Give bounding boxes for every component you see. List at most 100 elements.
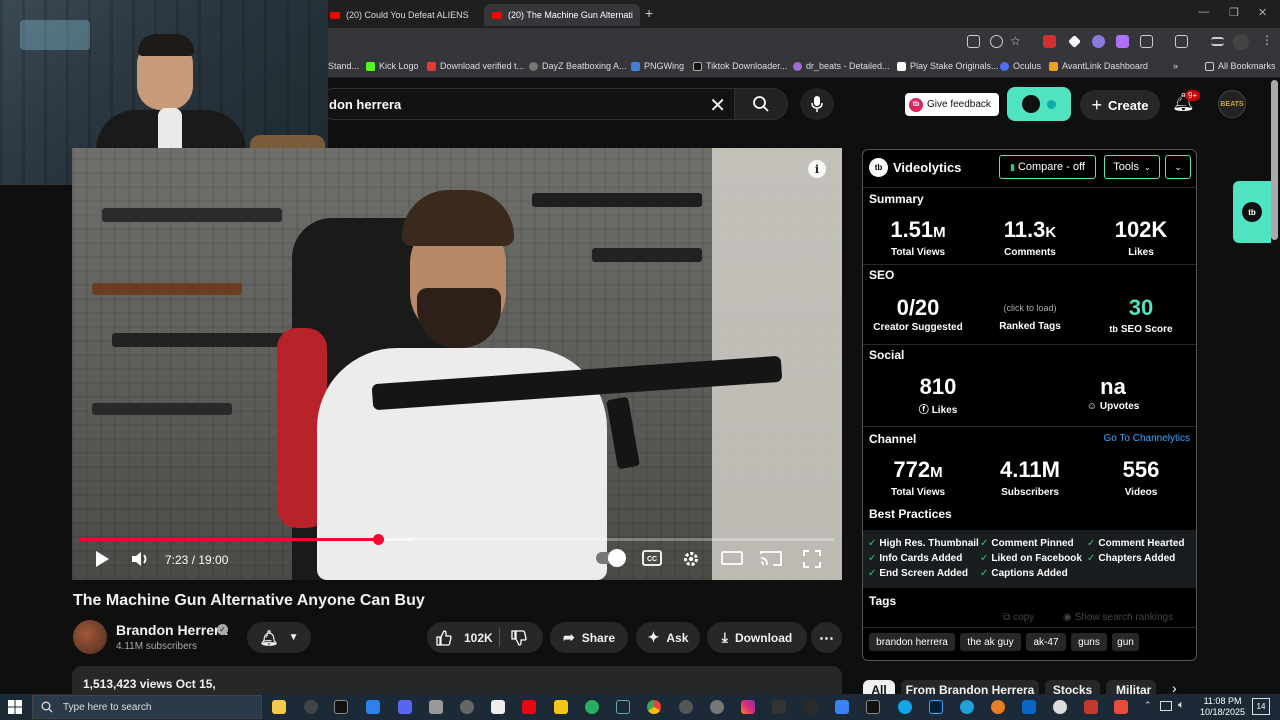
info-icon[interactable]: i bbox=[808, 160, 826, 178]
channel-name[interactable]: Brandon Herrera bbox=[116, 622, 227, 638]
give-feedback-button[interactable]: tb Give feedback bbox=[905, 93, 999, 116]
bookmark-item[interactable]: Tiktok Downloader... bbox=[693, 61, 787, 71]
app-icon[interactable] bbox=[1084, 700, 1098, 714]
dayz-launcher-icon[interactable] bbox=[772, 700, 786, 714]
volume-button[interactable] bbox=[131, 550, 151, 571]
more-actions-icon[interactable]: ⋯ bbox=[811, 622, 842, 653]
page-scrollbar[interactable] bbox=[1271, 80, 1278, 240]
app-icon[interactable] bbox=[429, 700, 443, 714]
obs-icon[interactable] bbox=[304, 700, 318, 714]
app-icon[interactable] bbox=[1053, 700, 1067, 714]
ask-button[interactable]: ✦ Ask bbox=[636, 622, 700, 653]
bookmarks-more-button[interactable]: » bbox=[1173, 61, 1178, 71]
steam-icon[interactable] bbox=[616, 700, 630, 714]
telegram-icon[interactable] bbox=[960, 700, 974, 714]
bookmark-item[interactable]: Stand... bbox=[328, 61, 359, 71]
tiktok-icon[interactable] bbox=[866, 700, 880, 714]
fullscreen-button[interactable] bbox=[803, 550, 821, 571]
bookmark-star-icon[interactable]: ☆ bbox=[1010, 34, 1023, 48]
extension-purple-icon[interactable] bbox=[1092, 35, 1105, 48]
click-to-load-link[interactable]: (click to load) bbox=[985, 301, 1075, 315]
profile-icon[interactable] bbox=[1233, 34, 1249, 50]
app-icon[interactable] bbox=[835, 700, 849, 714]
notepad-icon[interactable] bbox=[491, 700, 505, 714]
search-button[interactable] bbox=[734, 88, 788, 120]
photoshop-icon[interactable] bbox=[929, 700, 943, 714]
app-icon[interactable] bbox=[554, 700, 568, 714]
tubebuddy-side-tab[interactable]: tb bbox=[1233, 181, 1271, 243]
bookmark-item[interactable]: Download verified t... bbox=[427, 61, 524, 71]
collapse-panel-button[interactable]: ⌄ bbox=[1165, 155, 1191, 179]
download-button[interactable]: ⤓ Download bbox=[707, 622, 807, 653]
app-icon[interactable] bbox=[679, 700, 693, 714]
app-icon[interactable] bbox=[460, 700, 474, 714]
cast-button[interactable] bbox=[760, 550, 782, 569]
settings-button[interactable] bbox=[682, 550, 700, 571]
app-icon[interactable] bbox=[710, 700, 724, 714]
instagram-icon[interactable] bbox=[741, 700, 755, 714]
bookmark-item[interactable]: PNGWing bbox=[631, 61, 684, 71]
network-icon[interactable] bbox=[1160, 701, 1172, 711]
ranked-tags-stat[interactable]: (click to load) Ranked Tags bbox=[985, 296, 1075, 332]
new-tab-button[interactable]: + bbox=[645, 5, 653, 21]
bookmark-item[interactable]: dr_beats - Detailed... bbox=[793, 61, 890, 71]
edge-icon[interactable] bbox=[898, 700, 912, 714]
reading-list-icon[interactable] bbox=[1211, 37, 1224, 46]
bookmark-item[interactable]: AvantLink Dashboard bbox=[1049, 61, 1148, 71]
tools-dropdown-button[interactable]: Tools ⌄ bbox=[1104, 155, 1160, 179]
create-button[interactable]: + Create bbox=[1080, 90, 1160, 120]
minimize-icon[interactable]: — bbox=[1198, 6, 1209, 18]
all-bookmarks-button[interactable]: All Bookmarks bbox=[1205, 61, 1276, 71]
share-button[interactable]: ➦ Share bbox=[550, 622, 628, 653]
voice-search-button[interactable] bbox=[800, 88, 834, 120]
notification-center-icon[interactable]: 14 bbox=[1252, 698, 1270, 715]
show-hidden-icons-icon[interactable]: ⌃ bbox=[1144, 700, 1152, 711]
windows-start-icon[interactable] bbox=[8, 700, 22, 714]
like-button[interactable]: 102K bbox=[436, 629, 493, 646]
chrome-menu-icon[interactable]: ⋮ bbox=[1261, 33, 1274, 47]
tag-chip[interactable]: the ak guy bbox=[960, 633, 1021, 651]
subscribed-notifications-button[interactable]: 🔔︎ ▼ bbox=[247, 622, 311, 653]
app-icon[interactable] bbox=[1022, 700, 1036, 714]
bookmark-item[interactable]: Kick Logo bbox=[366, 61, 419, 71]
zoom-icon[interactable] bbox=[990, 35, 1003, 48]
autoplay-toggle[interactable] bbox=[596, 549, 626, 567]
video-player[interactable]: i 7:23 / 19:00 CC bbox=[72, 148, 842, 580]
mcafee-icon[interactable] bbox=[1114, 700, 1128, 714]
bookmark-item[interactable]: Oculus bbox=[1000, 61, 1041, 71]
extension-diamond-icon[interactable] bbox=[1068, 35, 1081, 48]
show-search-rankings-button[interactable]: ◉ Show search rankings bbox=[1063, 612, 1173, 623]
dislike-button[interactable] bbox=[511, 630, 527, 649]
copy-tags-button[interactable]: ⧉ copy bbox=[1003, 612, 1034, 623]
install-app-icon[interactable] bbox=[967, 35, 980, 48]
maximize-icon[interactable]: ❐ bbox=[1229, 6, 1239, 19]
grammarly-icon[interactable] bbox=[585, 700, 599, 714]
go-to-channelytics-link[interactable]: Go To Channelytics bbox=[1103, 433, 1190, 444]
browser-tab-machine-gun[interactable]: (20) The Machine Gun Alternati ✕ bbox=[484, 4, 640, 26]
theater-mode-button[interactable] bbox=[721, 550, 743, 569]
extension-red-icon[interactable] bbox=[1043, 35, 1056, 48]
tag-chip[interactable]: brandon herrera bbox=[869, 633, 955, 651]
tiktok-icon[interactable] bbox=[334, 700, 348, 714]
tag-chip[interactable]: guns bbox=[1071, 633, 1107, 651]
taskbar-search-input[interactable]: Type here to search bbox=[32, 695, 262, 719]
discord-icon[interactable] bbox=[398, 700, 412, 714]
battlenet-icon[interactable] bbox=[366, 700, 380, 714]
compare-toggle-button[interactable]: ▮ Compare - off bbox=[999, 155, 1096, 179]
play-button[interactable] bbox=[94, 550, 110, 571]
search-input[interactable]: don herrera ✕ bbox=[318, 88, 734, 120]
account-avatar[interactable]: BEATS bbox=[1218, 90, 1246, 118]
extensions-puzzle-icon[interactable] bbox=[1140, 35, 1153, 48]
side-panel-icon[interactable] bbox=[1175, 35, 1188, 48]
subtitles-button[interactable]: CC bbox=[642, 550, 662, 569]
system-clock[interactable]: 11:08 PM 10/18/2025 bbox=[1200, 696, 1245, 718]
netflix-icon[interactable] bbox=[522, 700, 536, 714]
file-explorer-icon[interactable] bbox=[272, 700, 286, 714]
volume-icon[interactable]: 🔈︎ bbox=[1178, 699, 1185, 712]
app-icon[interactable] bbox=[991, 700, 1005, 714]
browser-tab-aliens[interactable]: (20) Could You Defeat ALIENS bbox=[322, 4, 482, 26]
close-window-icon[interactable]: ✕ bbox=[1258, 6, 1267, 19]
epic-games-icon[interactable] bbox=[804, 700, 818, 714]
clear-search-icon[interactable]: ✕ bbox=[709, 93, 726, 118]
extension-violet-icon[interactable] bbox=[1116, 35, 1129, 48]
